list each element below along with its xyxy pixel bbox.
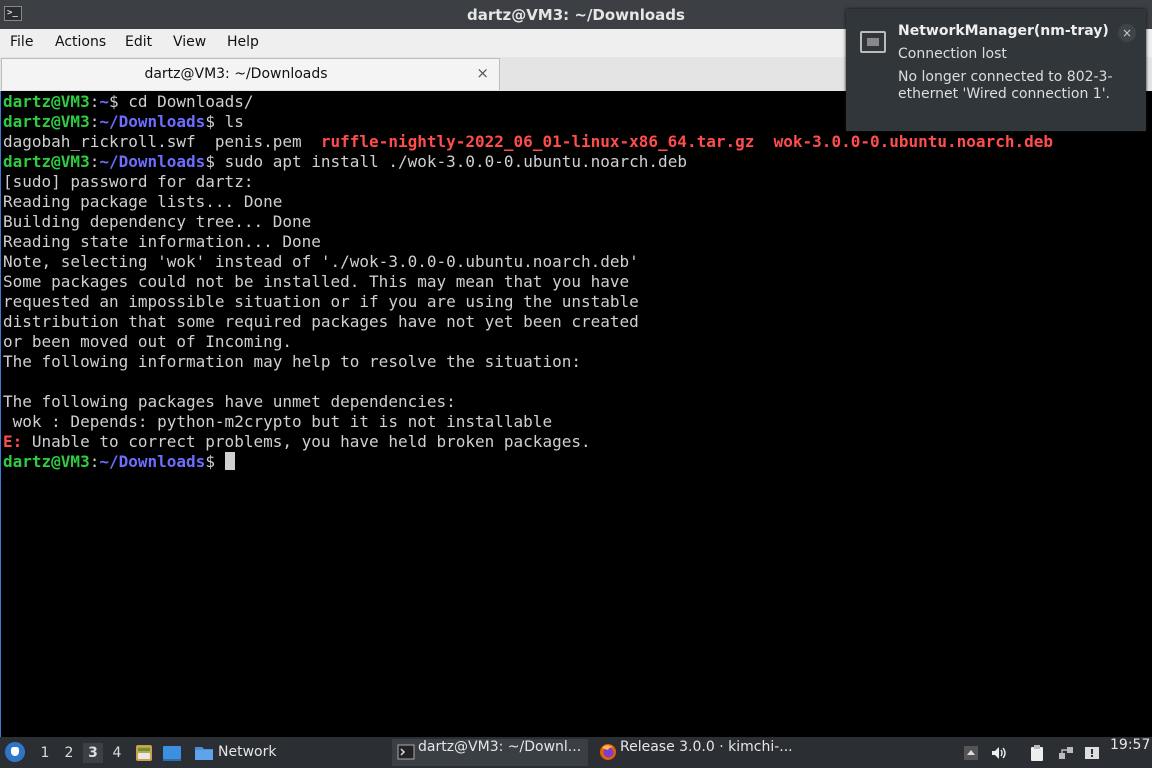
terminal-line: dartz@VM3:~/Downloads$ ls <box>3 112 244 132</box>
terminal-icon <box>397 744 415 760</box>
task-firefox[interactable]: Release 3.0.0 · kimchi-... <box>594 739 794 766</box>
terminal-text-segment: Reading state information... Done <box>3 232 321 251</box>
terminal-cursor <box>224 452 235 470</box>
start-menu-icon[interactable] <box>5 742 25 762</box>
terminal-text-segment: dagobah_rickroll.swf penis.pem <box>3 132 321 151</box>
task-terminal-label: dartz@VM3: ~/Downl... <box>418 739 582 755</box>
tab-label: dartz@VM3: ~/Downloads <box>144 66 328 82</box>
notification-app-name: NetworkManager(nm-tray) <box>898 23 1109 39</box>
terminal-text-segment: E: <box>3 432 23 451</box>
terminal-text-segment: ~/Downloads <box>99 112 206 131</box>
notification-summary: Connection lost <box>898 46 1007 62</box>
menu-actions[interactable]: Actions <box>55 34 106 50</box>
tray-up-arrow-icon[interactable] <box>962 744 980 762</box>
terminal-text-segment: wok : Depends: python-m2crypto but it is… <box>3 412 553 431</box>
terminal-text-segment: $ cd Downloads/ <box>108 92 254 111</box>
notification-body: No longer connected to 802-3-ethernet 'W… <box>898 69 1113 102</box>
terminal-text-segment: $ <box>205 452 225 471</box>
terminal-text-segment: Unable to correct problems, you have hel… <box>22 432 591 451</box>
volume-icon[interactable] <box>990 744 1008 762</box>
network-folder-launcher-icon[interactable] <box>194 743 214 763</box>
menu-view[interactable]: View <box>173 34 206 50</box>
menu-edit[interactable]: Edit <box>125 34 152 50</box>
workspace-4[interactable]: 4 <box>107 743 127 763</box>
clipboard-icon[interactable] <box>1028 744 1046 762</box>
terminal-text-segment: ruffle-nightly-2022_06_01-linux-x86_64.t… <box>320 132 755 151</box>
terminal-text-segment: Building dependency tree... Done <box>3 212 312 231</box>
network-launcher-label[interactable]: Network <box>218 737 276 768</box>
terminal-line: E: Unable to correct problems, you have … <box>3 432 591 452</box>
terminal-text-segment: dartz@VM3 <box>3 92 90 111</box>
terminal-text-segment: The following information may help to re… <box>3 352 581 371</box>
terminal-line: Building dependency tree... Done <box>3 212 311 232</box>
notification-icon[interactable] <box>1083 744 1101 762</box>
file-manager-launcher-icon[interactable] <box>134 743 154 763</box>
task-terminal[interactable]: dartz@VM3: ~/Downl... <box>392 739 588 766</box>
workspace-2[interactable]: 2 <box>59 743 79 763</box>
terminal-text-segment: $ sudo apt install ./wok-3.0.0-0.ubuntu.… <box>205 152 687 171</box>
terminal-line: dartz@VM3:~/Downloads$ <box>3 452 235 472</box>
terminal-text-segment: Some packages could not be installed. Th… <box>3 272 630 291</box>
terminal-text-segment: ~/Downloads <box>99 152 206 171</box>
terminal-text-segment: [sudo] password for dartz: <box>3 172 254 191</box>
terminal-line: or been moved out of Incoming. <box>3 332 292 352</box>
notification-close-icon[interactable]: × <box>1118 24 1136 42</box>
clock[interactable]: 19:57 <box>1110 737 1150 768</box>
menu-help[interactable]: Help <box>227 34 259 50</box>
menu-file[interactable]: File <box>10 34 33 50</box>
network-wired-icon <box>860 31 886 53</box>
terminal-line: dartz@VM3:~$ cd Downloads/ <box>3 92 253 112</box>
terminal-text-segment: ~/Downloads <box>99 452 206 471</box>
terminal-text-segment: wok-3.0.0-0.ubuntu.noarch.deb <box>773 132 1053 151</box>
tab-close-icon[interactable]: × <box>476 64 489 82</box>
taskbar: 1 2 3 4 Network dartz@VM3: ~/Downl... Re… <box>0 737 1152 768</box>
terminal-text-segment: $ ls <box>205 112 244 131</box>
terminal-line: Some packages could not be installed. Th… <box>3 272 629 292</box>
terminal-line: [sudo] password for dartz: <box>3 172 253 192</box>
terminal-text-segment: dartz@VM3 <box>3 112 90 131</box>
terminal-output[interactable]: dartz@VM3:~$ cd Downloads/dartz@VM3:~/Do… <box>0 91 1152 737</box>
terminal-text-segment: : <box>89 112 100 131</box>
terminal-text-segment: Note, selecting 'wok' instead of './wok-… <box>3 252 639 271</box>
terminal-line: requested an impossible situation or if … <box>3 292 639 312</box>
task-firefox-label: Release 3.0.0 · kimchi-... <box>620 739 793 755</box>
workspace-1[interactable]: 1 <box>35 743 55 763</box>
terminal-text-segment: : <box>89 92 100 111</box>
terminal-line: dagobah_rickroll.swf penis.pem ruffle-ni… <box>3 132 1053 152</box>
terminal-text-segment: : <box>89 452 100 471</box>
terminal-text-segment: dartz@VM3 <box>3 152 90 171</box>
terminal-line: wok : Depends: python-m2crypto but it is… <box>3 412 552 432</box>
desktop-launcher-icon[interactable] <box>162 743 182 763</box>
terminal-text-segment: : <box>89 152 100 171</box>
terminal-text-segment: dartz@VM3 <box>3 452 90 471</box>
terminal-text-segment: or been moved out of Incoming. <box>3 332 292 351</box>
terminal-text-segment: ~ <box>99 92 109 111</box>
terminal-line: distribution that some required packages… <box>3 312 639 332</box>
terminal-text-segment: Reading package lists... Done <box>3 192 283 211</box>
tab-terminal[interactable]: dartz@VM3: ~/Downloads × <box>1 58 500 90</box>
terminal-line: dartz@VM3:~/Downloads$ sudo apt install … <box>3 152 687 172</box>
terminal-line: Reading package lists... Done <box>3 192 282 212</box>
terminal-text-segment: distribution that some required packages… <box>3 312 639 331</box>
terminal-line: The following packages have unmet depend… <box>3 392 456 412</box>
terminal-text-segment: The following packages have unmet depend… <box>3 392 456 411</box>
terminal-line: Reading state information... Done <box>3 232 321 252</box>
notification-popup[interactable]: NetworkManager(nm-tray) × Connection los… <box>846 9 1146 131</box>
terminal-line: The following information may help to re… <box>3 352 581 372</box>
workspace-3[interactable]: 3 <box>83 743 103 763</box>
firefox-icon <box>600 744 616 760</box>
network-disconnected-icon[interactable] <box>1057 744 1075 762</box>
terminal-text-segment: requested an impossible situation or if … <box>3 292 639 311</box>
terminal-line: Note, selecting 'wok' instead of './wok-… <box>3 252 639 272</box>
